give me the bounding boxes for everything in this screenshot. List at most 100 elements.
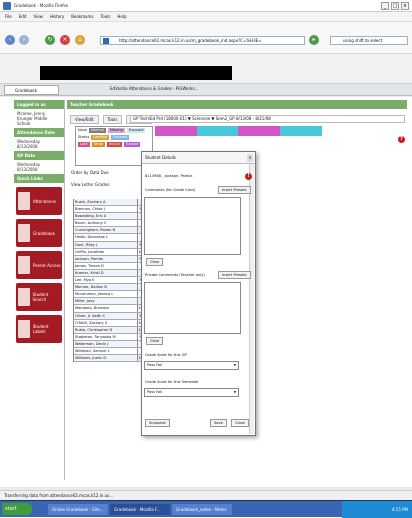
student-row[interactable]: Baum, Anthony C <box>74 220 143 228</box>
student-row[interactable]: Miller, Joey <box>74 298 143 306</box>
class-filter-bar[interactable]: GP Tech/Ed Prd (18000-01) ▼ Sciencee ▼ S… <box>130 115 405 123</box>
clock: 4:15 PM <box>391 507 408 512</box>
search-field[interactable]: using shift to select <box>330 36 408 45</box>
insert-presets-button[interactable]: Insert Presets <box>218 186 251 194</box>
student-row[interactable]: Stapleton, Tanyasha M5 <box>74 333 143 341</box>
taskbar-item-gradebook[interactable]: Gradebook - Mozilla F... <box>110 504 170 515</box>
menu-history[interactable]: History <box>50 14 64 19</box>
home-icon[interactable]: ⌂ <box>75 35 85 45</box>
tab-edvantia[interactable]: EdVantia Attendance & Grades - PiGWorks.… <box>110 86 198 91</box>
quicklink-student-labels[interactable]: Student Labels <box>16 315 62 343</box>
reload-icon[interactable]: ↻ <box>45 35 55 45</box>
dialog-scrollbar[interactable] <box>249 164 254 434</box>
gp-grade-scale-select[interactable]: Pass Fail <box>144 361 239 370</box>
clear-private-button[interactable]: Clear <box>146 337 164 345</box>
view-letter-grades-link[interactable]: View Letter Grades <box>71 182 109 187</box>
private-comments-textarea[interactable] <box>144 282 241 334</box>
student-row[interactable]: Bowalding, Eric A <box>74 213 143 221</box>
assignment-column[interactable] <box>196 126 239 136</box>
quicklink-attendance[interactable]: Attendance <box>16 187 62 215</box>
legend-late: Late <box>78 142 90 147</box>
tab-bar <box>0 84 412 96</box>
assignment-column[interactable] <box>238 126 281 136</box>
snapshot-button[interactable]: Snapshot <box>145 419 170 427</box>
student-row[interactable]: Monroe, Dallian N <box>74 284 143 292</box>
student-row[interactable]: Brennan, Chloe J5 <box>74 206 143 214</box>
close-dialog-button[interactable]: Close <box>231 419 249 427</box>
browser-window: Gradebook - Mozilla Firefox _ □ x File E… <box>0 0 412 518</box>
quicklink-student-search-label: Student Search <box>32 292 49 302</box>
student-name: James, Trevon D <box>75 263 104 268</box>
student-row[interactable]: Cunningham, Raven N <box>74 227 143 235</box>
dialog-alert-icon[interactable]: ! <box>245 173 252 180</box>
site-favicon-icon <box>103 38 109 44</box>
legend-tardy: Tardy <box>91 142 105 147</box>
student-row[interactable]: Williams, Justin D10 <box>74 355 143 363</box>
url-field[interactable]: http://attendance02.mcas.k12.in.us/m_gra… <box>100 36 305 45</box>
student-row[interactable]: Griffin, Jonathan10 <box>74 248 143 256</box>
help-icon[interactable]: ? <box>398 136 405 143</box>
taskbar-item-notes[interactable]: Gradebook_notes - Notes <box>172 504 232 515</box>
menu-file[interactable]: File <box>5 14 12 19</box>
taskbar-item-online-gradebook[interactable]: Online Gradebook - Sim... <box>48 504 108 515</box>
quicklink-gradebook[interactable]: Gradebook <box>16 219 62 247</box>
back-icon[interactable]: ‹ <box>5 35 15 45</box>
quicklink-student-labels-label: Student Labels <box>32 324 49 334</box>
minimize-button[interactable]: _ <box>381 2 389 10</box>
student-row[interactable]: Fields, Devontae L <box>74 234 143 242</box>
student-row[interactable]: James, Trevon D <box>74 262 143 270</box>
tab-gradebook[interactable]: Gradebook <box>4 85 59 95</box>
student-row[interactable]: Jackson, Pamila5 <box>74 255 143 263</box>
assignment-column[interactable] <box>363 126 406 136</box>
student-row[interactable]: O'Neill, Zachary S10 <box>74 319 143 327</box>
quicklink-parent-access[interactable]: Parent Access <box>16 251 62 279</box>
start-button[interactable]: start <box>2 503 32 515</box>
assignment-column[interactable] <box>280 126 322 136</box>
student-name: Lee, Mya E <box>75 278 95 283</box>
student-row[interactable]: Gant, Riley J5 <box>74 241 143 249</box>
student-row[interactable]: Oliver, Jr. Keith C5 <box>74 312 143 320</box>
assignment-column[interactable] <box>321 126 364 136</box>
tab-gradebook-label: Gradebook <box>15 88 37 93</box>
assignment-column[interactable] <box>155 126 197 136</box>
semester-grade-scale-select[interactable]: Pass Fail <box>144 388 239 397</box>
comments-textarea[interactable] <box>144 197 241 255</box>
student-name: Brennan, Chloe J <box>75 207 105 212</box>
quick-links-header: Quick Links <box>14 174 64 183</box>
insert-presets-private-button[interactable]: Insert Presets <box>218 271 251 279</box>
menu-bookmarks[interactable]: Bookmarks <box>71 14 93 19</box>
student-row[interactable]: Mccammon, Jessica L <box>74 291 143 299</box>
student-name: Bowalding, Eric A <box>75 214 107 219</box>
go-icon[interactable]: ▸ <box>309 35 319 45</box>
student-row[interactable]: Bulze, Zachary A <box>74 199 143 207</box>
student-row[interactable]: Mondano, Brandon10 <box>74 305 143 313</box>
stop-icon[interactable]: × <box>60 35 70 45</box>
student-row[interactable]: Waterman, Devin J <box>74 340 143 348</box>
student-row[interactable]: Kramer, Kristi D <box>74 269 143 278</box>
student-row[interactable]: Lee, Mya E5 <box>74 277 143 285</box>
dialog-close-icon[interactable]: × <box>247 154 253 162</box>
menu-tools[interactable]: Tools <box>101 14 111 19</box>
menu-help[interactable]: Help <box>117 14 126 19</box>
close-button[interactable]: x <box>401 2 409 10</box>
order-by-date-link[interactable]: Order by Data Due <box>71 170 109 175</box>
student-row[interactable]: Rubio, Christopher D10 <box>74 326 143 334</box>
attendance-icon <box>18 192 30 210</box>
clear-comments-button[interactable]: Clear <box>146 258 164 266</box>
maximize-button[interactable]: □ <box>391 2 399 10</box>
nav-tools[interactable]: Tools <box>102 115 123 124</box>
redacted-area <box>40 66 232 80</box>
student-name: Bulze, Zachary A <box>75 200 106 204</box>
forward-icon[interactable]: › <box>19 35 29 45</box>
taskbar: start Online Gradebook - Sim... Gradeboo… <box>0 500 412 518</box>
menu-edit[interactable]: Edit <box>19 14 27 19</box>
student-row[interactable]: Wildman, Samuel L <box>74 347 143 356</box>
student-name: Monroe, Dallian N <box>75 285 107 290</box>
nav-view-edit[interactable]: View/Edit <box>70 115 99 124</box>
quicklink-student-search[interactable]: Student Search <box>16 283 62 311</box>
save-button[interactable]: Save <box>210 419 227 427</box>
student-search-icon <box>18 288 30 306</box>
student-name: Gant, Riley J <box>75 242 97 247</box>
menu-view[interactable]: View <box>33 14 43 19</box>
parent-access-icon <box>18 256 30 274</box>
